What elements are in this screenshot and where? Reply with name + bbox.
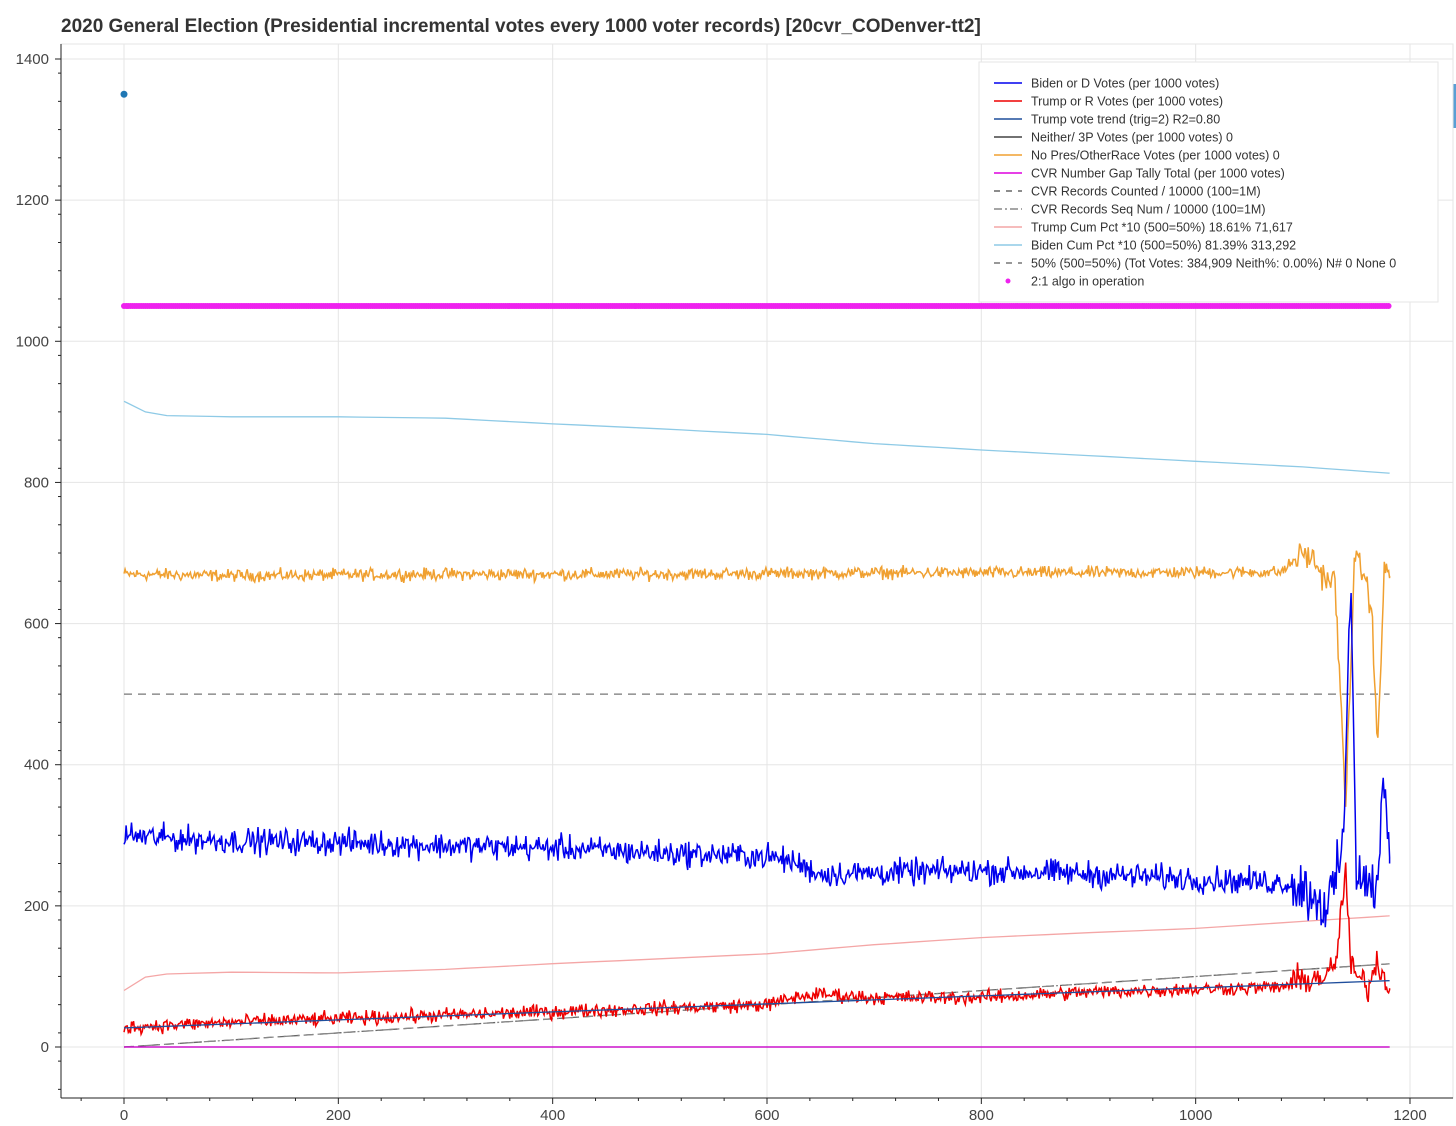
legend-label: Neither/ 3P Votes (per 1000 votes) 0: [1031, 131, 1233, 145]
legend-item: 50% (500=50%) (Tot Votes: 384,909 Neith%…: [994, 257, 1396, 271]
chart-canvas: 0 200 400 600 800 1000 1200 1400 0 200 400 600 800 10…: [16, 43, 1454, 1124]
legend-label: Trump or R Votes (per 1000 votes): [1031, 95, 1223, 109]
legend-swatch: [1005, 278, 1011, 284]
x-tick-label: 200: [326, 1107, 351, 1124]
y-tick-label: 200: [24, 898, 49, 915]
y-tick-label: 1200: [16, 192, 49, 209]
legend-item: Biden Cum Pct *10 (500=50%) 81.39% 313,2…: [994, 239, 1296, 253]
legend-item: CVR Number Gap Tally Total (per 1000 vot…: [994, 167, 1285, 181]
legend-item: CVR Records Counted / 10000 (100=1M): [994, 185, 1261, 199]
y-tick-label: 1400: [16, 51, 49, 68]
legend-label: No Pres/OtherRace Votes (per 1000 votes)…: [1031, 149, 1280, 163]
legend-label: CVR Number Gap Tally Total (per 1000 vot…: [1031, 167, 1285, 181]
x-tick-label: 400: [540, 1107, 565, 1124]
y-tick-label: 400: [24, 757, 49, 774]
series-2-1-algo-in-operation: [121, 303, 1392, 309]
legend-label: Biden or D Votes (per 1000 votes): [1031, 77, 1219, 91]
x-tick-label: 0: [120, 1107, 128, 1124]
legend-label: Biden Cum Pct *10 (500=50%) 81.39% 313,2…: [1031, 239, 1296, 253]
legend-label: CVR Records Counted / 10000 (100=1M): [1031, 185, 1261, 199]
y-tick-label: 800: [24, 474, 49, 491]
legend-label: Trump vote trend (trig=2) R2=0.80: [1031, 113, 1220, 127]
legend-item: CVR Records Seq Num / 10000 (100=1M): [994, 203, 1266, 217]
y-tick-label: 0: [41, 1039, 49, 1056]
legend-label: 50% (500=50%) (Tot Votes: 384,909 Neith%…: [1031, 257, 1396, 271]
x-tick-label: 1000: [1179, 1107, 1212, 1124]
x-tick-label: 1200: [1393, 1107, 1426, 1124]
legend: Biden or D Votes (per 1000 votes) Trump o…: [978, 61, 1439, 303]
x-tick-label: 800: [969, 1107, 994, 1124]
algo-point: [1385, 303, 1392, 309]
legend-label: 2:1 algo in operation: [1031, 275, 1144, 289]
legend-item: Trump Cum Pct *10 (500=50%) 18.61% 71,61…: [994, 221, 1293, 235]
y-tick-label: 1000: [16, 333, 49, 350]
x-tick-label: 600: [754, 1107, 779, 1124]
legend-label: CVR Records Seq Num / 10000 (100=1M): [1031, 203, 1266, 217]
outlier-point: [120, 90, 128, 98]
y-tick-label: 600: [24, 616, 49, 633]
legend-item: No Pres/OtherRace Votes (per 1000 votes)…: [994, 149, 1280, 163]
legend-label: Trump Cum Pct *10 (500=50%) 18.61% 71,61…: [1031, 221, 1293, 235]
